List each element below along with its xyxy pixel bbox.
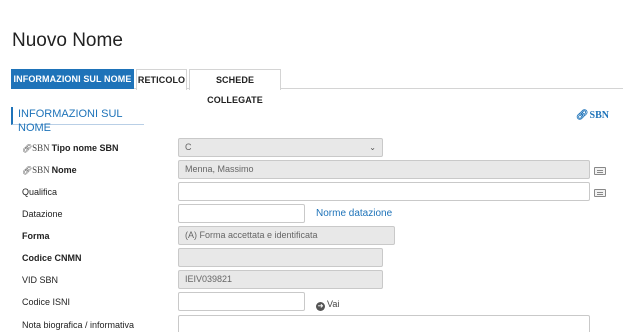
chain-link-icon: 🔗︎ <box>575 110 589 121</box>
chain-link-icon: 🔗︎ <box>22 166 33 175</box>
vai-button[interactable]: ➜ Vai <box>316 299 339 311</box>
nota-biografica-textarea[interactable] <box>178 315 590 332</box>
qualifica-input[interactable] <box>178 182 590 201</box>
section-header: INFORMAZIONI SUL NOME <box>11 107 144 134</box>
tab-reticolo[interactable]: RETICOLO <box>136 69 187 90</box>
tipo-nome-value: C <box>185 142 192 152</box>
nota-biografica-label: Nota biografica / informativa <box>22 320 135 330</box>
sbn-prefix: 🔗︎SBN <box>22 143 50 153</box>
norme-datazione-link[interactable]: Norme datazione <box>316 208 392 219</box>
tab-bar: INFORMAZIONI SUL NOME RETICOLO SCHEDE CO… <box>11 69 623 105</box>
vai-label: Vai <box>327 299 340 309</box>
datazione-input[interactable] <box>178 204 305 223</box>
vid-sbn-input[interactable]: IEIV039821 <box>178 270 383 289</box>
tab-informazioni-sul-nome[interactable]: INFORMAZIONI SUL NOME <box>11 69 134 89</box>
codice-isni-label: Codice ISNI <box>22 297 71 307</box>
tab-schede-collegate[interactable]: SCHEDE COLLEGATE <box>189 69 281 105</box>
codice-cnmn-input[interactable] <box>178 248 383 267</box>
arrow-right-circle-icon: ➜ <box>316 302 325 311</box>
sbn-prefix: 🔗︎SBN <box>22 165 50 175</box>
codice-cnmn-label: Codice CNMN <box>22 253 82 263</box>
qualifica-label: Qualifica <box>22 187 58 197</box>
keyboard-icon[interactable] <box>594 189 606 197</box>
sbn-link[interactable]: 🔗︎SBN <box>576 110 609 121</box>
codice-isni-input[interactable] <box>178 292 305 311</box>
vid-sbn-label: VID SBN <box>22 275 59 285</box>
forma-label: Forma <box>22 231 50 241</box>
sbn-link-label: SBN <box>589 110 609 121</box>
section-title: INFORMAZIONI SUL NOME <box>18 108 123 134</box>
chain-link-icon: 🔗︎ <box>22 144 33 153</box>
nome-label: 🔗︎SBN Nome <box>22 165 77 175</box>
tipo-nome-label: 🔗︎SBN Tipo nome SBN <box>22 143 119 153</box>
nome-input[interactable]: Menna, Massimo <box>178 160 590 179</box>
keyboard-icon[interactable] <box>594 167 606 175</box>
datazione-label: Datazione <box>22 209 63 219</box>
tipo-nome-select[interactable]: C ⌄ <box>178 138 383 157</box>
page-title: Nuovo Nome <box>12 30 123 51</box>
forma-input[interactable]: (A) Forma accettata e identificata <box>178 226 395 245</box>
chevron-down-icon: ⌄ <box>369 143 376 152</box>
